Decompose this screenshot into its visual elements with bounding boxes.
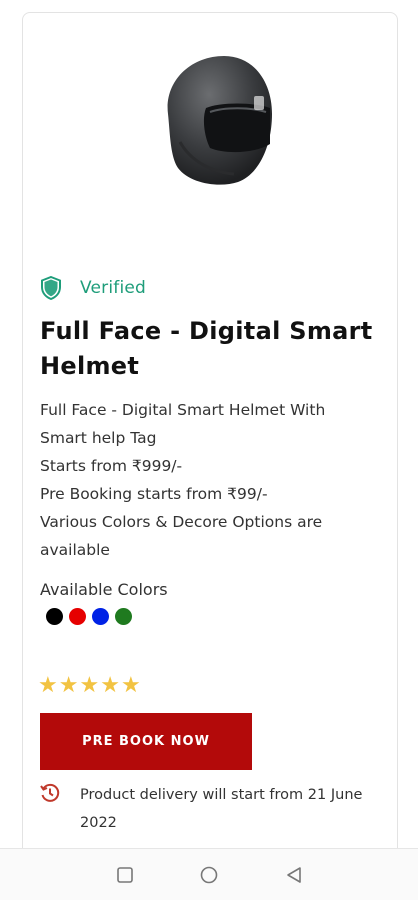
delivery-text: Product delivery will start from 21 June… [80,787,363,831]
price-line: Starts from ₹999/- [40,457,183,475]
back-icon[interactable] [284,865,304,885]
options-line: Various Colors & Decore Options are avai… [40,513,323,559]
recents-icon[interactable] [115,865,135,885]
color-swatch-blue[interactable] [92,608,109,625]
color-swatch-green[interactable] [115,608,132,625]
android-nav-bar [0,848,418,900]
star-icon: ★ [100,673,120,698]
star-icon: ★ [58,673,79,698]
star-icon: ★ [79,673,100,698]
prebooking-price-line: Pre Booking starts from ₹99/- [40,485,268,503]
verified-badge: Verified [40,276,146,300]
available-colors-label: Available Colors [40,580,168,599]
home-icon[interactable] [199,865,219,885]
star-icon: ★ [120,673,141,698]
description-line: Full Face - Digital Smart Helmet With Sm… [40,401,326,447]
star-icon: ★ [38,673,58,698]
pre-book-now-button[interactable]: PRE BOOK NOW [40,713,252,770]
verified-label: Verified [80,278,147,298]
product-title: Full Face - Digital Smart Helmet [40,317,373,380]
clock-icon [40,783,60,802]
color-swatch-red[interactable] [69,608,86,625]
color-swatch-black[interactable] [46,608,63,625]
star-rating: ★ ★ ★ ★ ★ [38,672,141,700]
shield-icon [41,276,61,300]
delivery-info: Product delivery will start from 21 June… [40,781,380,837]
helmet-image [167,56,272,185]
color-swatches [46,608,132,625]
product-description: Full Face - Digital Smart Helmet With Sm… [40,396,370,564]
